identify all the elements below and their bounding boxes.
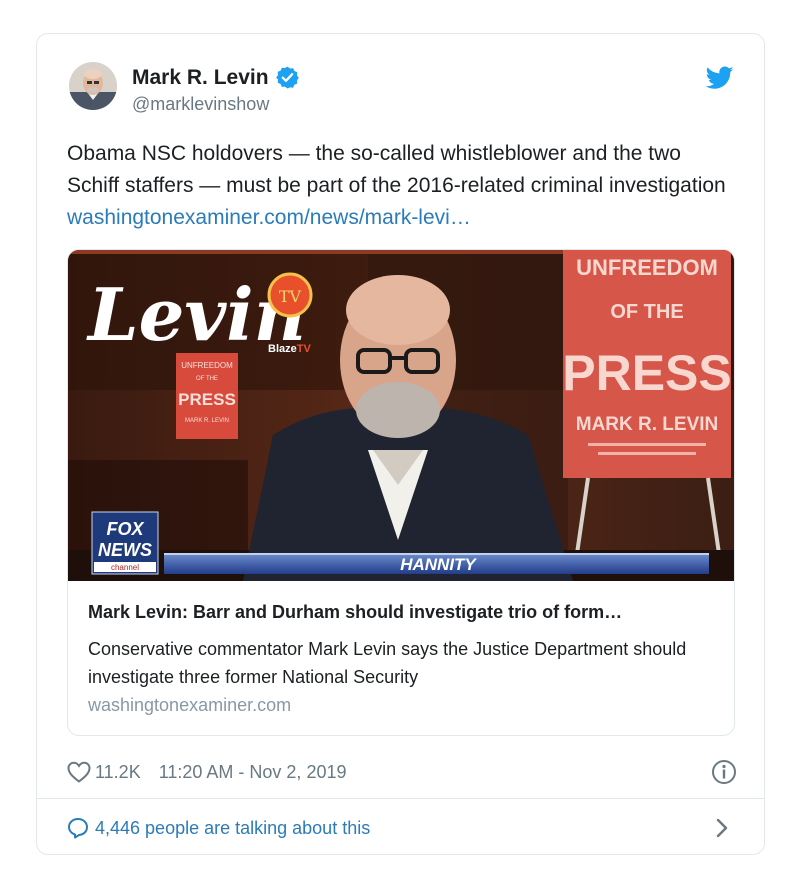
verified-badge-icon [275, 66, 299, 89]
tweet-meta: 11.2K 11:20 AM - Nov 2, 2019 [67, 757, 737, 787]
divider [37, 798, 764, 799]
heart-icon[interactable] [67, 761, 91, 783]
author-name[interactable]: Mark R. Levin [132, 65, 300, 90]
comment-icon [68, 818, 88, 839]
link-preview-card[interactable]: Levin TV BlazeTV UNFREEDOM OF THE PRESS … [67, 249, 735, 736]
fox-logo-line1: FOX [106, 519, 144, 539]
card-title: Mark Levin: Barr and Durham should inves… [88, 602, 623, 622]
tweet-text: Obama NSC holdovers — the so-called whis… [67, 138, 737, 234]
tweet-card: Mark R. Levin @marklevinshow Obama NSC h… [36, 33, 765, 855]
small-book-line4: MARK R. LEVIN [185, 418, 229, 424]
info-icon[interactable] [711, 759, 737, 785]
book-title-line2: OF THE [610, 301, 683, 323]
network-badge-text: TV [279, 287, 302, 306]
svg-text:BlazeTV: BlazeTV [268, 343, 311, 355]
tweet-header: Mark R. Levin @marklevinshow [37, 34, 764, 134]
small-book-line3: PRESS [178, 390, 236, 409]
tweet-body: Obama NSC holdovers — the so-called whis… [67, 142, 726, 197]
card-description: Conservative commentator Mark Levin says… [88, 639, 687, 687]
talking-text: 4,446 people are talking about this [95, 817, 371, 838]
fox-logo-line2: NEWS [98, 540, 152, 560]
author-name-text: Mark R. Levin [132, 65, 269, 89]
small-book-line1: UNFREEDOM [181, 361, 233, 370]
blaze-label: Blaze [268, 343, 297, 355]
talking-about-link[interactable]: 4,446 people are talking about this [67, 812, 737, 844]
book-title-line1: UNFREEDOM [576, 255, 718, 280]
ticker-label: HANNITY [400, 555, 477, 574]
author-handle[interactable]: @marklevinshow [132, 94, 269, 115]
avatar[interactable] [69, 62, 117, 110]
fox-logo-line3: channel [111, 563, 139, 572]
tweet-link[interactable]: washingtonexaminer.com/news/mark-levi… [67, 206, 471, 229]
book-author-text: MARK R. LEVIN [576, 414, 719, 435]
card-image: Levin TV BlazeTV UNFREEDOM OF THE PRESS … [68, 250, 734, 581]
card-domain: washingtonexaminer.com [88, 695, 292, 715]
blaze-suffix: TV [297, 343, 312, 355]
timestamp[interactable]: 11:20 AM - Nov 2, 2019 [159, 762, 347, 783]
like-count[interactable]: 11.2K [95, 762, 141, 783]
book-title-line3: PRESS [562, 345, 732, 401]
chevron-right-icon [716, 818, 728, 838]
small-book-line2: OF THE [196, 376, 218, 382]
twitter-bird-icon[interactable] [706, 66, 734, 90]
